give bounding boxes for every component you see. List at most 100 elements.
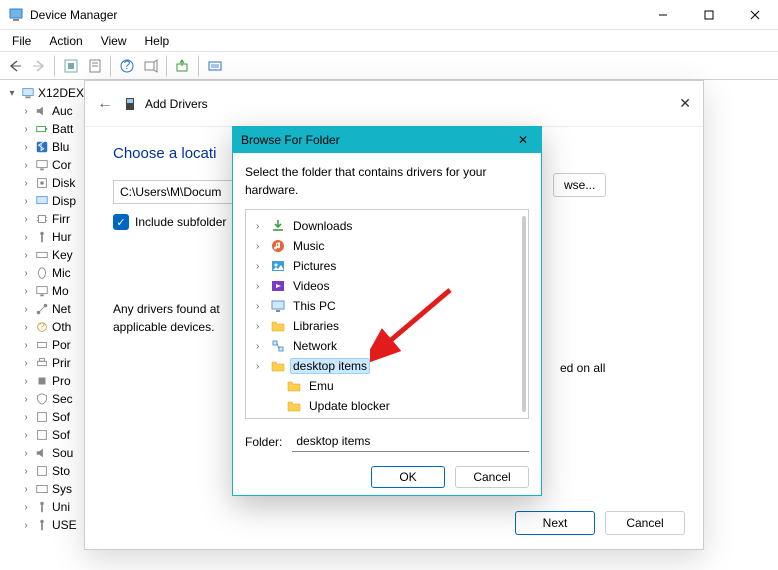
tree-item-label: Oth [52,320,71,334]
folder-item[interactable]: Emu [250,376,524,396]
tree-root-label: X12DEX [38,86,84,100]
security-icon [34,391,50,407]
expand-icon[interactable]: › [256,261,266,272]
folder-item[interactable]: ›Libraries [250,316,524,336]
folder-item[interactable]: ›Downloads [250,216,524,236]
menu-view[interactable]: View [93,32,135,50]
expand-icon[interactable]: › [256,221,266,232]
back-icon[interactable] [4,55,26,77]
network-icon [270,338,286,354]
folder-item[interactable]: ›desktop items [250,356,524,376]
minimize-button[interactable] [640,0,686,30]
expand-icon[interactable]: › [256,241,266,252]
expand-icon[interactable]: › [20,502,32,513]
expand-icon[interactable]: › [20,394,32,405]
dialog-close-icon[interactable]: ✕ [513,133,533,147]
dialog-cancel-button[interactable]: Cancel [455,466,529,488]
forward-icon[interactable] [28,55,50,77]
folder-item[interactable]: ›Pictures [250,256,524,276]
storage-icon [34,463,50,479]
update-driver-icon[interactable] [172,55,194,77]
usb-icon [34,229,50,245]
folder-item-label: Emu [306,378,337,394]
expand-icon[interactable]: › [20,196,32,207]
maximize-button[interactable] [686,0,732,30]
tree-item-label: Blu [52,140,69,154]
expand-icon[interactable]: › [20,448,32,459]
help-icon[interactable]: ? [116,55,138,77]
expand-icon[interactable]: › [20,178,32,189]
menu-action[interactable]: Action [41,32,90,50]
expand-icon[interactable]: › [20,376,32,387]
expand-icon[interactable]: › [256,321,266,332]
expand-icon[interactable]: › [20,520,32,531]
next-button[interactable]: Next [515,511,595,535]
expand-icon[interactable]: › [20,304,32,315]
expand-icon[interactable]: › [20,322,32,333]
folder-item[interactable]: ›This PC [250,296,524,316]
wizard-note-tail: ed on all [560,359,605,377]
folder-item[interactable]: ›Music [250,236,524,256]
expand-icon[interactable]: › [20,358,32,369]
folder-tree[interactable]: ›Downloads›Music›Pictures›Videos›This PC… [245,209,529,419]
tree-item-label: Hur [52,230,71,244]
folder-item-label: Videos [290,278,332,294]
folder-icon [286,378,302,394]
expand-icon[interactable]: › [20,484,32,495]
network-icon [34,301,50,317]
expand-icon[interactable]: › [20,142,32,153]
pictures-icon [270,258,286,274]
menu-file[interactable]: File [4,32,39,50]
show-hidden-icon[interactable] [60,55,82,77]
wizard-title: Add Drivers [145,97,208,111]
expand-icon[interactable]: › [256,301,266,312]
expand-icon[interactable]: › [256,341,266,352]
folder-icon [270,318,286,334]
tree-item-label: Sof [52,410,70,424]
scan-icon[interactable] [140,55,162,77]
collapse-icon[interactable]: ▾ [6,88,18,99]
expand-icon[interactable]: › [20,430,32,441]
expand-icon[interactable]: › [20,160,32,171]
music-icon [270,238,286,254]
expand-icon[interactable]: › [20,340,32,351]
expand-icon[interactable]: › [20,214,32,225]
wizard-close-icon[interactable]: ✕ [679,95,691,112]
expand-icon[interactable]: › [20,250,32,261]
include-subfolders-checkbox[interactable]: ✓ [113,214,129,230]
expand-icon[interactable]: › [20,106,32,117]
expand-icon[interactable]: › [256,281,266,292]
expand-icon[interactable]: › [20,412,32,423]
expand-icon[interactable]: › [256,361,266,372]
expand-icon[interactable]: › [20,466,32,477]
folder-item[interactable]: ›Network [250,336,524,356]
tree-item-label: Pro [52,374,71,388]
dialog-message: Select the folder that contains drivers … [245,163,529,199]
add-driver-icon[interactable] [204,55,226,77]
wizard-note-2: applicable devices. [113,320,214,334]
menu-help[interactable]: Help [137,32,178,50]
folder-item[interactable]: › Videos [250,276,524,296]
expand-icon[interactable]: › [20,268,32,279]
scrollbar[interactable] [522,216,526,412]
folder-item[interactable]: Update blocker [250,396,524,416]
folder-input[interactable] [292,431,529,452]
monitor-icon [34,283,50,299]
browse-button[interactable]: wse... [553,173,606,197]
expand-icon[interactable]: › [20,124,32,135]
other-icon: ? [34,319,50,335]
cancel-button[interactable]: Cancel [605,511,685,535]
tree-item-label: Key [52,248,73,262]
expand-icon[interactable]: › [20,232,32,243]
include-subfolders-label: Include subfolder [135,215,226,229]
expand-icon[interactable]: › [20,286,32,297]
usb-icon [34,499,50,515]
wizard-back-icon[interactable]: ← [97,95,113,113]
close-button[interactable] [732,0,778,30]
properties-icon[interactable] [84,55,106,77]
toolbar: ? [0,52,778,80]
tree-item-label: Sys [52,482,72,496]
folder-icon [286,398,302,414]
ok-button[interactable]: OK [371,466,445,488]
svg-text:?: ? [39,321,45,333]
